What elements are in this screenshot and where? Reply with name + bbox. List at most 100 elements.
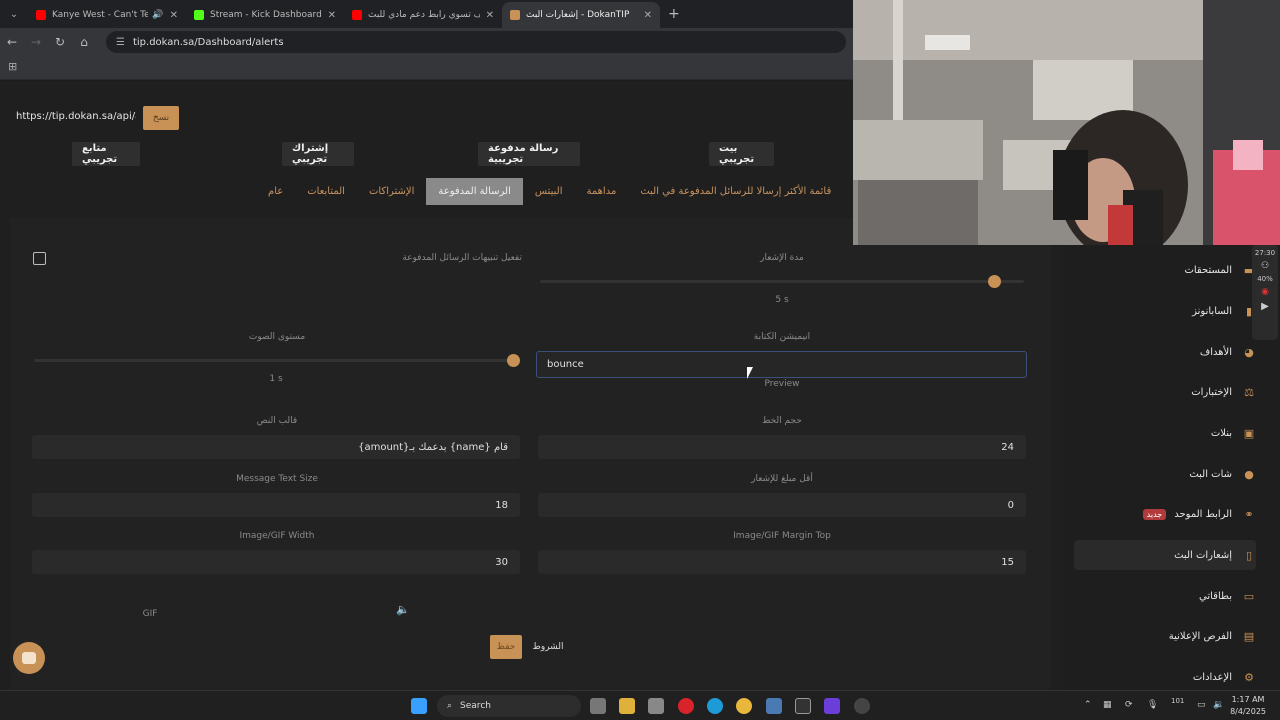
windows-start-icon[interactable] (411, 698, 427, 714)
ticket-icon: ▤ (1243, 629, 1255, 643)
sidebar-item-earnings[interactable]: المستحقات ▬ (1074, 255, 1256, 285)
close-tab-icon[interactable]: ✕ (486, 10, 494, 21)
next-app-icon[interactable] (824, 698, 840, 714)
panel-icon: ▣ (1243, 426, 1255, 440)
tab-bits[interactable]: البيتس (523, 178, 575, 205)
card-icon: ▭ (1243, 589, 1255, 603)
tab-general[interactable]: عام (256, 178, 295, 205)
clock-date: 8/4/2025 (1230, 707, 1266, 716)
tray-counter: 101 (1171, 697, 1185, 705)
home-icon[interactable]: ⌂ (72, 35, 96, 49)
app-icon[interactable] (648, 698, 664, 714)
sidebar-item-settings[interactable]: الإعدادات ⚙ (1074, 662, 1256, 692)
tray-app-icon[interactable]: ▦ (1103, 700, 1112, 710)
forward-icon[interactable]: → (24, 35, 48, 49)
save-button[interactable]: حفظ (490, 635, 522, 659)
phone-icon: ▯ (1245, 548, 1253, 562)
volume-slider-handle[interactable] (506, 354, 520, 367)
message-text-size-input[interactable]: 18 (32, 493, 520, 517)
tray-app-icon[interactable]: ⟳ (1125, 700, 1133, 710)
image-width-input[interactable]: 30 (32, 550, 520, 574)
speaker-icon[interactable]: 🔊 (152, 10, 163, 20)
font-size-label: حجم الخط (762, 416, 802, 426)
record-icon[interactable]: ◉ (1252, 287, 1278, 297)
browser-tab-2[interactable]: Stream - Kick Dashboard ✕ (186, 2, 344, 28)
tab-title: Kanye West - Can't Tell Me (52, 10, 149, 20)
close-tab-icon[interactable]: ✕ (644, 10, 652, 21)
image-margin-top-input[interactable]: 15 (538, 550, 1026, 574)
close-tab-icon[interactable]: ✕ (328, 10, 336, 21)
edge-icon[interactable] (707, 698, 723, 714)
volume-slider[interactable] (34, 359, 518, 362)
test-tip-button[interactable]: بيت تجريبي (709, 142, 774, 166)
animation-select[interactable]: bounce (536, 351, 1027, 378)
sidebar-item-panels[interactable]: بنلات ▣ (1074, 418, 1256, 448)
reload-icon[interactable]: ↻ (48, 35, 72, 49)
duration-label: مدة الإشعار (760, 253, 804, 263)
browser-tab-1[interactable]: Kanye West - Can't Tell Me 🔊 ✕ (28, 2, 186, 28)
kick-app-icon[interactable] (795, 698, 811, 714)
close-tab-icon[interactable]: ✕ (170, 10, 178, 21)
sidebar-item-ad-opportunities[interactable]: الفرص الإعلانية ▤ (1074, 621, 1256, 651)
min-amount-input[interactable]: 0 (538, 493, 1026, 517)
tab-search-button[interactable]: ⌄ (0, 0, 28, 28)
microphone-icon[interactable]: 🎙 (1147, 700, 1158, 710)
obs-icon[interactable] (854, 698, 870, 714)
taskbar-search[interactable]: ⌕ Search (437, 695, 581, 717)
support-chat-button[interactable] (13, 642, 45, 674)
chrome-icon[interactable] (736, 698, 752, 714)
sidebar-item-label: شات البث (1189, 468, 1232, 480)
test-paid-message-button[interactable]: رسالة مدفوعة تجريبية (478, 142, 580, 166)
sidebar-item-label: الإعدادات (1192, 671, 1232, 683)
preview-link[interactable]: Preview (740, 379, 824, 389)
viewers-icon: ⚇ (1260, 261, 1270, 271)
url-text: tip.dokan.sa/Dashboard/alerts (132, 36, 284, 48)
sidebar-item-sabanons[interactable]: السابانونز ▮ (1074, 296, 1256, 326)
tab-subscriptions[interactable]: الإشتراكات (357, 178, 426, 205)
new-tab-button[interactable]: + (668, 6, 680, 22)
mouse-cursor (747, 367, 757, 379)
task-view-icon[interactable] (590, 698, 606, 714)
sidebar-item-my-cards[interactable]: بطاقاتي ▭ (1074, 581, 1256, 611)
tab-top-senders[interactable]: قائمة الأكثر إرسالا للرسائل المدفوعة في … (628, 178, 843, 205)
stream-timer: 27:30 (1254, 249, 1276, 257)
opera-icon[interactable] (678, 698, 694, 714)
tray-overflow-icon[interactable]: ⌃ (1084, 700, 1092, 710)
terms-button[interactable]: الشروط (528, 635, 568, 659)
api-url-text: https://tip.dokan.sa/api/ale (16, 111, 136, 122)
network-icon[interactable]: ▭ (1197, 700, 1206, 710)
duration-slider[interactable] (540, 280, 1024, 283)
sidebar-item-tests[interactable]: الإختبارات ⚖ (1074, 377, 1256, 407)
message-text-size-label: Message Text Size (236, 474, 318, 484)
test-follower-button[interactable]: متابع تجريبي (72, 142, 140, 166)
url-bar[interactable]: ☰ tip.dokan.sa/Dashboard/alerts (106, 31, 846, 53)
sound-icon[interactable]: 🔈 (396, 603, 410, 616)
font-size-input[interactable]: 24 (538, 435, 1026, 459)
browser-tab-3[interactable]: كيف تسوي رابط دعم مادي للبث ✕ (344, 2, 502, 28)
text-template-input[interactable]: {amount}بدعمك بـ {name} قام (32, 435, 520, 459)
sidebar-item-stream-chat[interactable]: شات البث ● (1074, 459, 1256, 489)
tab-raid[interactable]: مداهمة (575, 178, 629, 205)
sidebar-item-label: الإختبارات (1191, 386, 1232, 398)
apps-grid-icon[interactable]: ⊞ (8, 60, 17, 73)
enable-paid-alerts-checkbox[interactable] (33, 252, 46, 265)
youtube-icon (352, 10, 362, 20)
sidebar-item-stream-alerts[interactable]: إشعارات البث ▯ (1074, 540, 1256, 570)
sidebar-item-unified-link[interactable]: جديد الرابط الموحد ⚭ (1074, 499, 1256, 529)
sidebar-item-goals[interactable]: الأهداف ◕ (1074, 337, 1256, 367)
tab-paid-message[interactable]: الرسالة المدفوعة (426, 178, 523, 205)
scale-icon: ⚖ (1244, 385, 1254, 399)
photos-icon[interactable] (766, 698, 782, 714)
stream-mini-overlay: 27:30 ⚇ 40% ◉ ▶ (1252, 245, 1278, 340)
volume-label: مستوى الصوت (248, 332, 306, 342)
site-info-icon[interactable]: ☰ (116, 37, 125, 48)
copy-button[interactable]: نسخ (143, 106, 179, 130)
tab-follows[interactable]: المتابعات (295, 178, 357, 205)
test-subscription-button[interactable]: إشتراك تجريبي (282, 142, 354, 166)
taskbar-clock[interactable]: 1:17 AM 8/4/2025 (1230, 694, 1266, 718)
browser-tab-4[interactable]: إشعارات البث - DokanTIP ✕ (502, 2, 660, 28)
play-icon[interactable]: ▶ (1252, 301, 1278, 312)
file-explorer-icon[interactable] (619, 698, 635, 714)
volume-icon[interactable]: 🔉 (1213, 700, 1224, 710)
back-icon[interactable]: ← (0, 35, 24, 49)
